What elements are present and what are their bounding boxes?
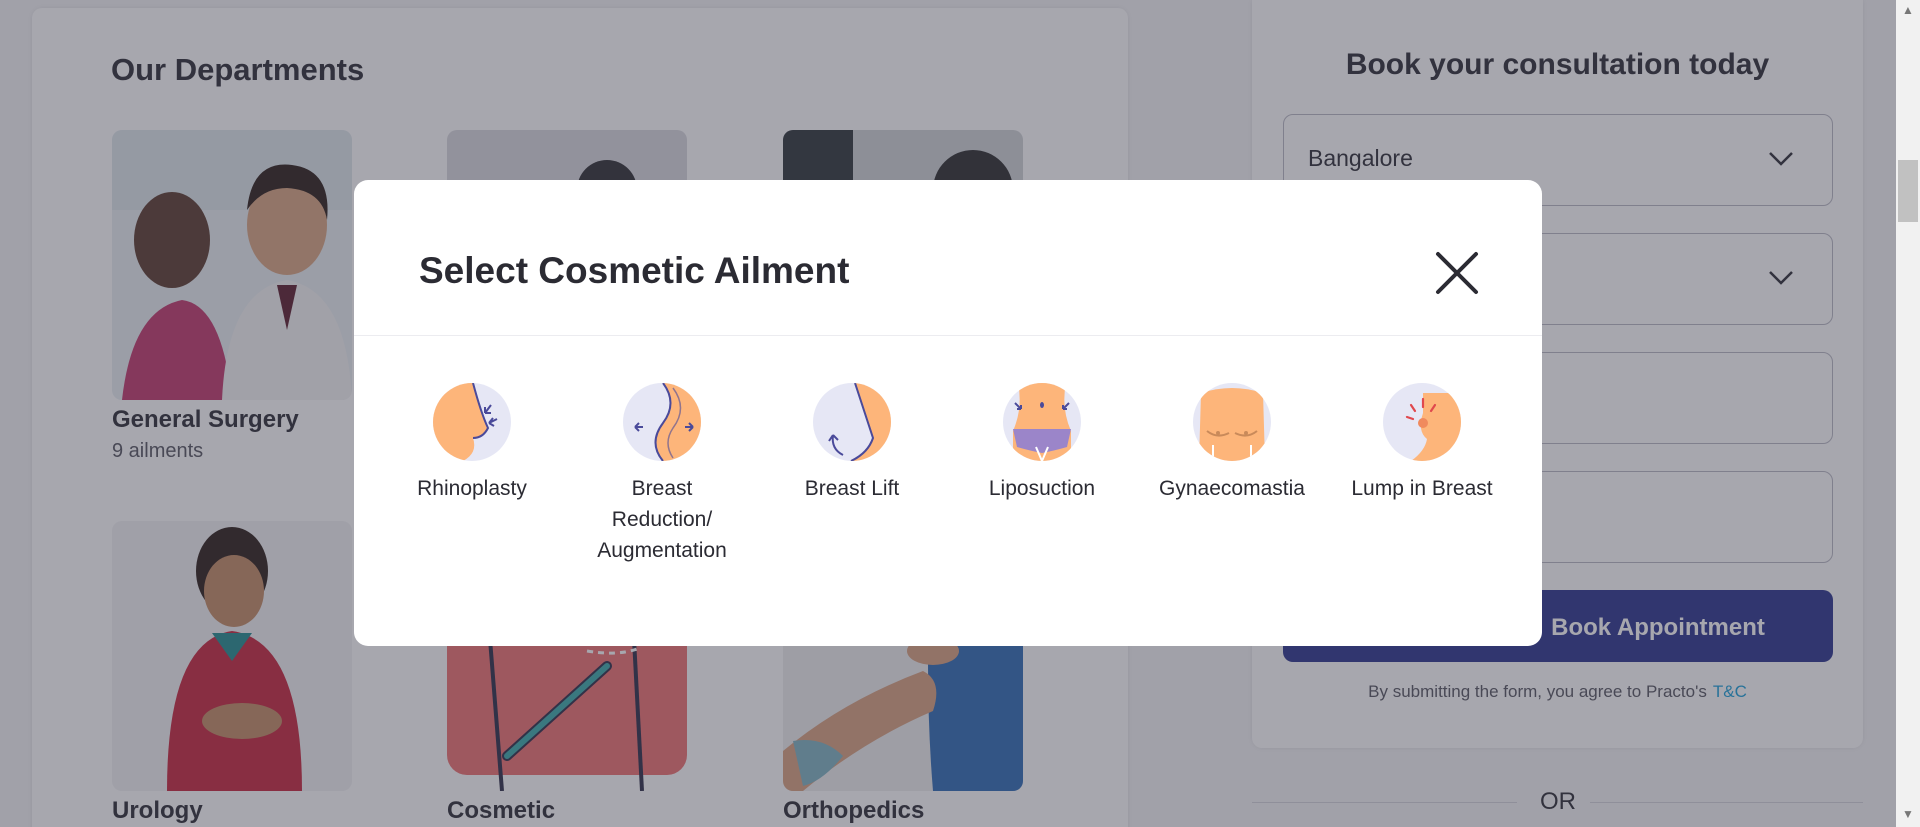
ailment-lump-in-breast[interactable]: Lump in Breast	[1347, 383, 1497, 504]
modal-divider	[354, 335, 1542, 336]
ailment-label: Breast Reduction/ Augmentation	[597, 477, 727, 562]
scroll-up-icon[interactable]: ▲	[1902, 4, 1914, 16]
scrollbar-thumb[interactable]	[1898, 160, 1918, 222]
nose-icon	[433, 383, 511, 461]
breast-augmentation-icon	[623, 383, 701, 461]
ailment-rhinoplasty[interactable]: Rhinoplasty	[397, 383, 547, 504]
breast-lift-icon	[813, 383, 891, 461]
male-chest-icon	[1193, 383, 1271, 461]
ailment-label: Liposuction	[988, 477, 1096, 500]
ailment-gynaecomastia[interactable]: Gynaecomastia	[1157, 383, 1307, 504]
ailment-label: Lump in Breast	[1351, 477, 1493, 500]
close-icon[interactable]	[1434, 250, 1480, 296]
ailment-label: Rhinoplasty	[417, 477, 527, 500]
ailment-label: Gynaecomastia	[1159, 477, 1305, 500]
cosmetic-ailment-modal: Select Cosmetic Ailment Rhinoplasty Brea…	[354, 180, 1542, 646]
ailment-breast-lift[interactable]: Breast Lift	[777, 383, 927, 504]
page-scrollbar[interactable]	[1896, 0, 1920, 827]
modal-title: Select Cosmetic Ailment	[419, 250, 850, 291]
breast-lump-icon	[1383, 383, 1461, 461]
liposuction-icon	[1003, 383, 1081, 461]
scroll-down-icon[interactable]: ▼	[1902, 808, 1914, 820]
ailment-label: Breast Lift	[804, 477, 900, 500]
ailment-liposuction[interactable]: Liposuction	[967, 383, 1117, 504]
ailment-breast-reduction-augmentation[interactable]: Breast Reduction/ Augmentation	[587, 383, 737, 566]
